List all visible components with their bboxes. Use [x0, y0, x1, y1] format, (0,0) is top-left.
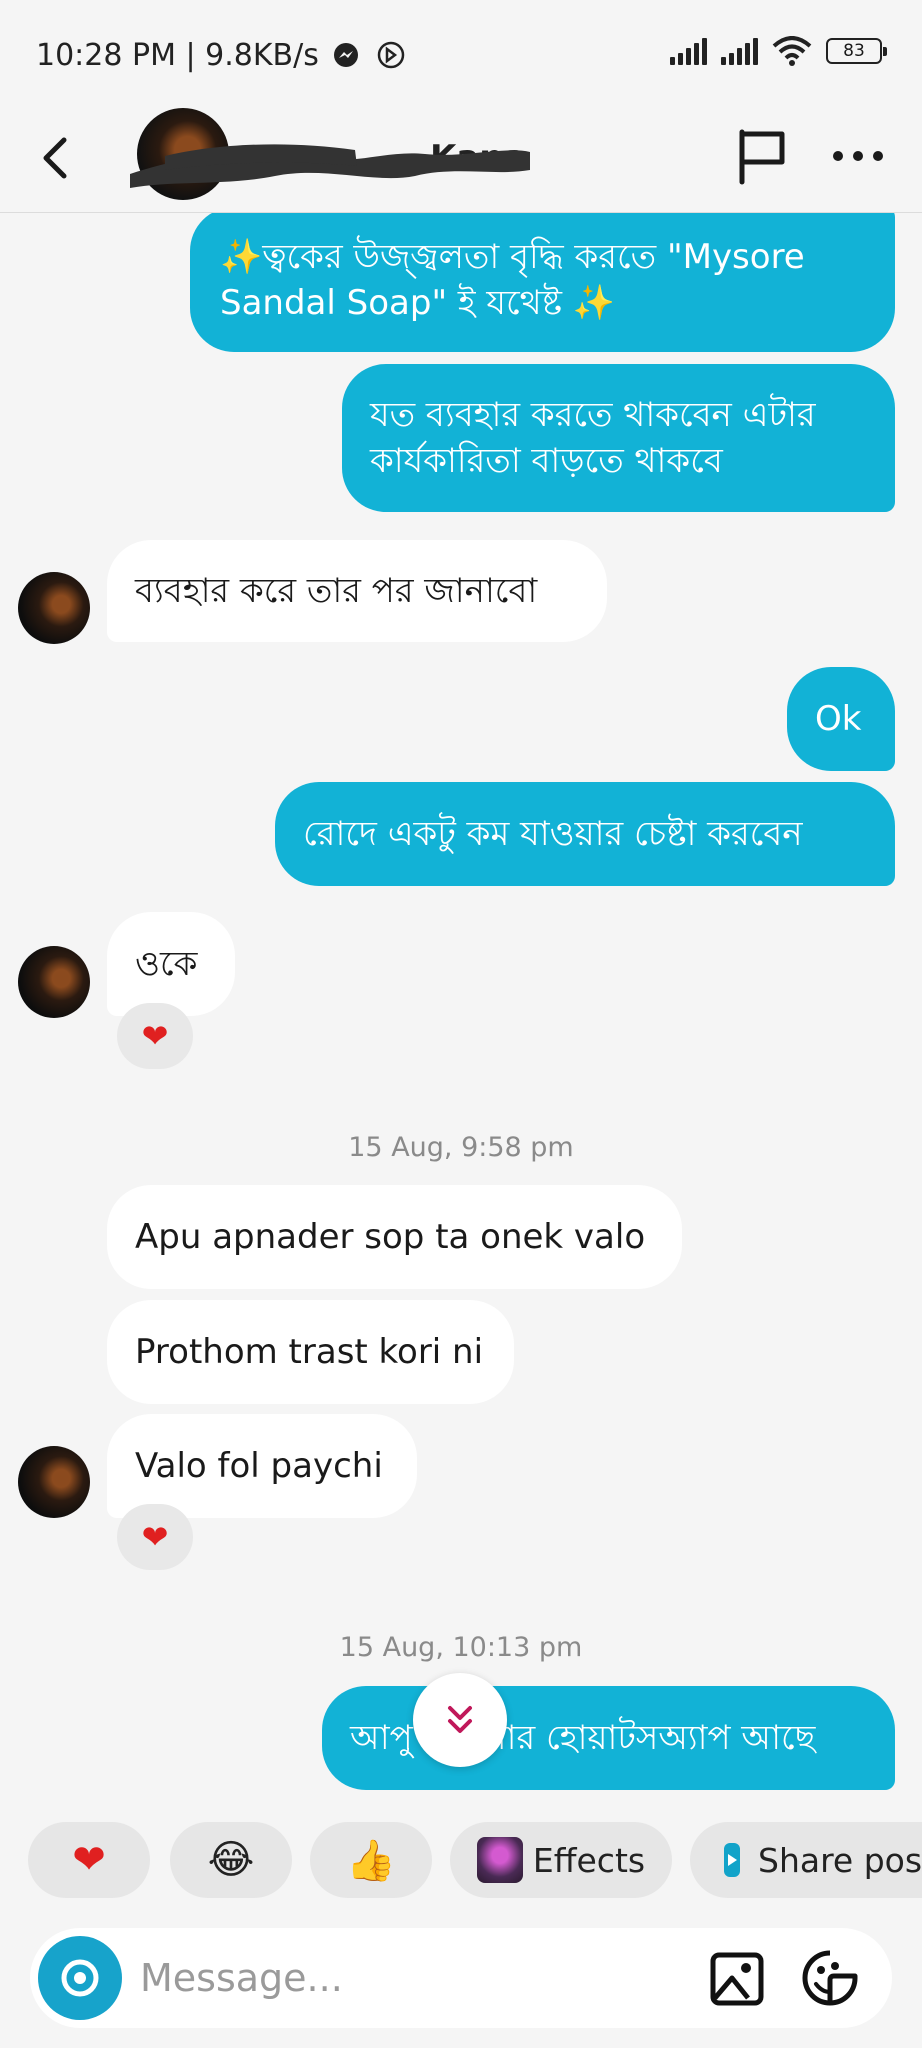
sync-icon — [377, 41, 405, 69]
message-bubble-incoming[interactable]: ব্যবহার করে তার পর জানাবো — [107, 540, 607, 642]
message-text: কার্যকারিতা বাড়তে থাকবে — [370, 441, 723, 481]
heart-icon: ❤ — [141, 1518, 169, 1556]
message-text: Prothom trast kori ni — [135, 1332, 484, 1372]
message-bubble-outgoing[interactable]: আপু আপনার হোয়াটসঅ্যাপ আছে — [322, 1686, 895, 1790]
message-bubble-incoming[interactable]: ওকে — [107, 912, 235, 1016]
heart-reaction[interactable]: ❤ — [117, 1003, 193, 1069]
status-time: 10:28 PM | 9.8KB/s — [36, 38, 406, 73]
quick-reply-thumbs-up[interactable]: 👍 — [310, 1822, 432, 1898]
message-text: Apu apnader sop ta onek valo — [135, 1217, 646, 1257]
message-timestamp: 15 Aug, 10:13 pm — [339, 1632, 583, 1663]
heart-reaction[interactable]: ❤ — [117, 1504, 193, 1570]
message-text: ✨ত্বকের উজ্জ্বলতা বৃদ্ধি করতে "Mysore — [220, 236, 805, 277]
share-post-label: Share post — [758, 1840, 922, 1880]
contact-avatar-small[interactable] — [18, 572, 90, 644]
signal-icon — [670, 37, 707, 65]
effects-thumbnail — [476, 1837, 523, 1883]
more-options-icon[interactable] — [828, 136, 888, 176]
thumbs-up-icon: 👍 — [346, 1837, 396, 1884]
message-bubble-outgoing[interactable]: Ok — [787, 667, 895, 771]
quick-reply-laugh[interactable]: 😂 — [170, 1822, 292, 1898]
sticker-icon[interactable] — [800, 1948, 860, 2008]
back-button[interactable] — [30, 128, 80, 188]
battery-icon: 83 — [826, 38, 887, 64]
flag-icon[interactable] — [734, 126, 790, 186]
quick-reply-heart[interactable]: ❤ — [28, 1822, 150, 1898]
message-bubble-outgoing[interactable]: রোদে একটু কম যাওয়ার চেষ্টা করবেন — [275, 782, 895, 886]
signal-icon — [721, 37, 758, 65]
camera-button[interactable] — [38, 1936, 122, 2020]
status-indicators: 83 — [670, 36, 887, 66]
chat-header: Kana — [0, 108, 922, 213]
message-timestamp: 15 Aug, 9:58 pm — [348, 1132, 574, 1163]
effects-button[interactable]: Effects — [450, 1822, 672, 1898]
play-square-icon — [724, 1843, 740, 1877]
message-bubble-outgoing[interactable]: যত ব্যবহার করতে থাকবেন এটার কার্যকারিতা … — [342, 364, 895, 512]
camera-icon — [61, 1959, 99, 1997]
scroll-to-bottom-button[interactable] — [413, 1673, 507, 1767]
message-bubble-incoming[interactable]: Apu apnader sop ta onek valo — [107, 1185, 682, 1289]
status-time-text: 10:28 PM | 9.8KB/s — [36, 38, 319, 73]
message-bubble-incoming[interactable]: Valo fol paychi — [107, 1414, 417, 1518]
laughing-emoji-icon: 😂 — [207, 1837, 255, 1883]
contact-avatar-small[interactable] — [18, 946, 90, 1018]
message-bubble-incoming[interactable]: Prothom trast kori ni — [107, 1300, 514, 1404]
messenger-icon — [334, 43, 359, 67]
heart-icon: ❤ — [72, 1837, 106, 1883]
message-text: Valo fol paychi — [135, 1446, 383, 1486]
message-text: ওকে — [135, 944, 198, 984]
message-text: Sandal Soap" ই যথেষ্ট ✨ — [220, 282, 616, 323]
wifi-icon — [772, 36, 812, 66]
share-post-button[interactable]: Share post — [690, 1822, 922, 1898]
double-chevron-down-icon — [448, 1706, 472, 1733]
chat-screen: 10:28 PM | 9.8KB/s 83 Kana ✨ত্বকের উজ্জ্… — [0, 0, 922, 2048]
message-bubble-outgoing[interactable]: ✨ত্বকের উজ্জ্বলতা বৃদ্ধি করতে "Mysore Sa… — [190, 207, 895, 352]
message-text: Ok — [815, 699, 862, 739]
battery-level: 83 — [843, 41, 865, 61]
redaction-scribble — [130, 144, 530, 188]
heart-icon: ❤ — [141, 1017, 169, 1055]
effects-label: Effects — [532, 1840, 646, 1880]
status-bar: 10:28 PM | 9.8KB/s 83 — [0, 0, 922, 108]
message-text: ব্যবহার করে তার পর জানাবো — [135, 571, 538, 611]
message-input[interactable] — [140, 1948, 700, 2008]
message-text: রোদে একটু কম যাওয়ার চেষ্টা করবেন — [303, 814, 803, 854]
message-composer — [30, 1928, 892, 2028]
contact-avatar-small[interactable] — [18, 1446, 90, 1518]
gallery-icon[interactable] — [708, 1950, 766, 2008]
message-text: যত ব্যবহার করতে থাকবেন এটার — [370, 395, 816, 435]
